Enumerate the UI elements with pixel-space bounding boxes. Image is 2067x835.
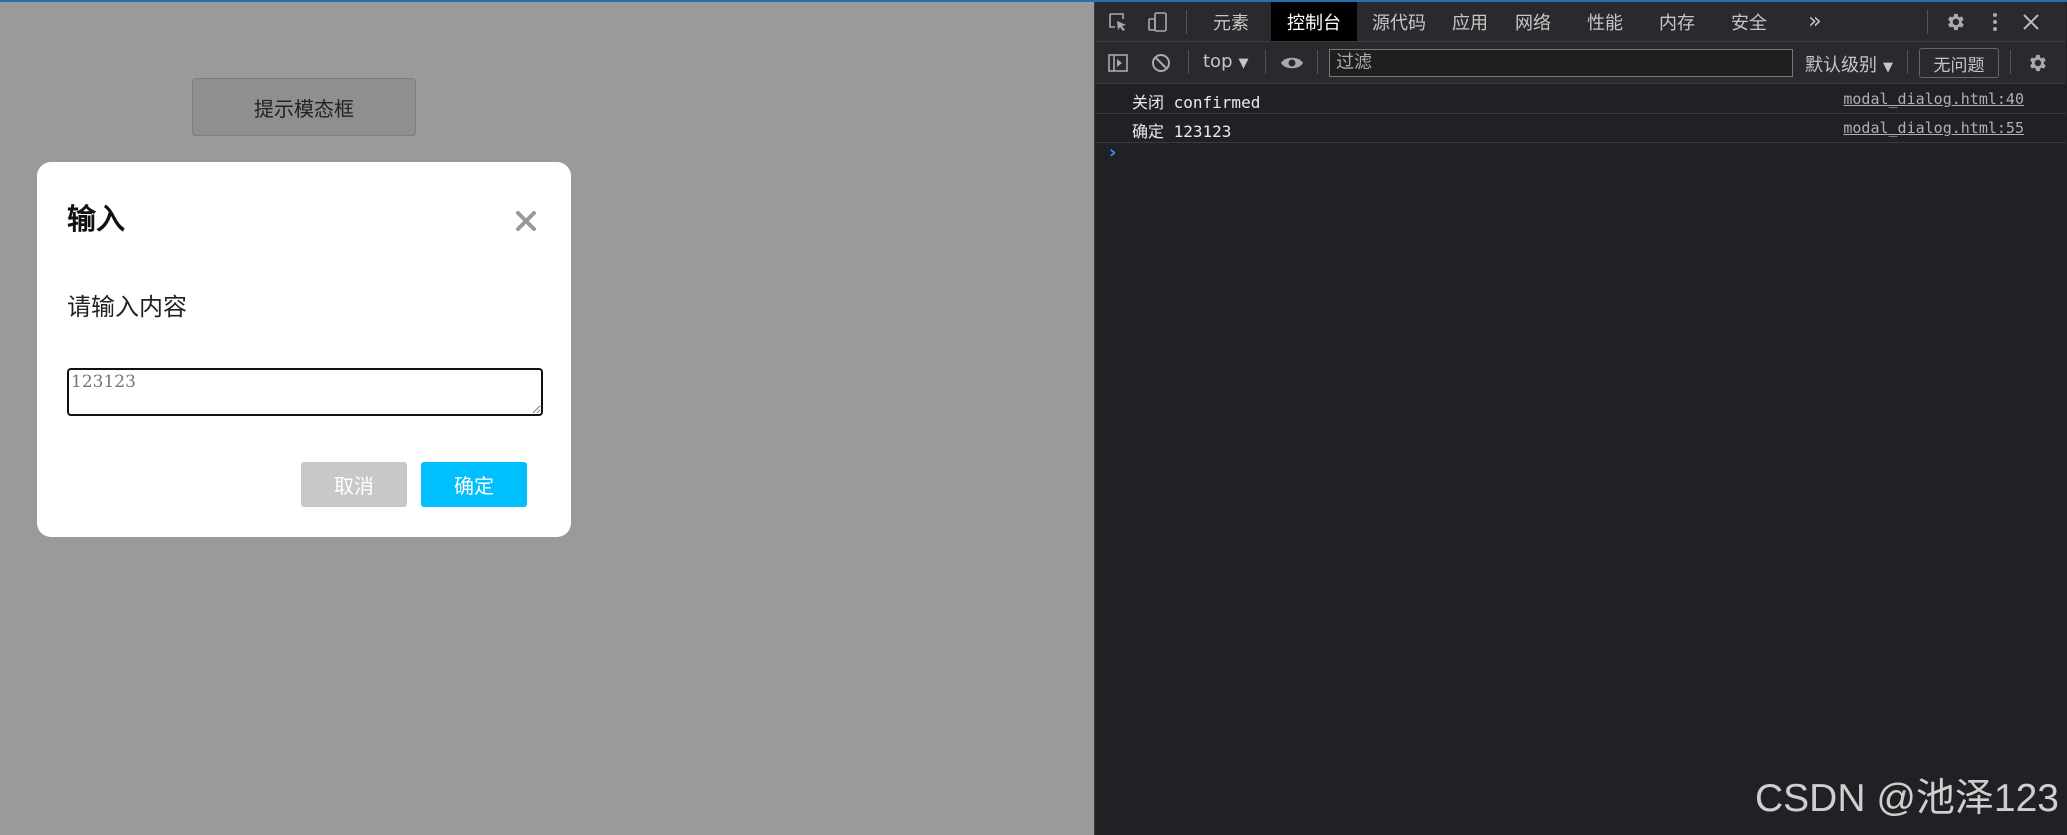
tab-separator [1927,10,1928,34]
tab-security[interactable]: 安全 [1721,2,1777,41]
more-tabs-icon[interactable]: » [1795,2,1835,41]
modal-title: 输入 [67,202,126,236]
clear-console-icon[interactable] [1147,49,1175,77]
tab-performance[interactable]: 性能 [1577,2,1633,41]
log-message: 关闭 confirmed [1132,93,1261,112]
chevron-down-icon: ▼ [1883,60,1893,75]
watermark: CSDN @池泽123 [1754,777,2059,820]
console-log-row: 关闭 confirmed modal_dialog.html:40 [1095,86,2066,114]
device-toolbar-icon[interactable] [1144,8,1172,36]
page-viewport: 提示模态框 输入 请输入内容 123123 取消 确定 [0,2,1094,835]
chevron-down-icon: ▼ [1238,56,1249,71]
console-prompt-icon[interactable]: › [1109,142,1116,163]
tab-sources[interactable]: 源代码 [1363,2,1435,41]
more-options-kebab-icon[interactable] [1981,8,2009,36]
log-source-link[interactable]: modal_dialog.html:40 [1843,90,2024,108]
log-message: 确定 123123 [1132,122,1232,141]
context-value: top [1203,51,1233,72]
modal-text-input[interactable]: 123123 [67,368,543,416]
tab-separator [1186,10,1187,34]
tab-application[interactable]: 应用 [1442,2,1498,41]
console-toolbar: top ▼ 过滤 默认级别 ▼ 无问题 [1095,42,2066,84]
toggle-sidebar-icon[interactable] [1104,49,1132,77]
devtools-tab-bar: 元素 控制台 源代码 应用 网络 性能 内存 安全 » [1095,2,2066,42]
cancel-button[interactable]: 取消 [301,462,407,507]
console-log-row: 确定 123123 modal_dialog.html:55 [1095,115,2066,143]
console-filter-input[interactable]: 过滤 [1329,49,1793,77]
console-settings-gear-icon[interactable] [2023,49,2051,77]
close-devtools-icon[interactable] [2017,8,2045,36]
close-icon[interactable] [509,204,543,238]
context-select[interactable]: top ▼ [1203,51,1249,72]
toolbar-separator [1317,50,1318,74]
tab-console[interactable]: 控制台 [1271,2,1357,41]
confirm-button[interactable]: 确定 [421,462,527,507]
toolbar-separator [1188,50,1189,74]
settings-gear-icon[interactable] [1941,8,1969,36]
log-source-link[interactable]: modal_dialog.html:55 [1843,119,2024,137]
toolbar-separator [1265,50,1266,74]
tab-elements[interactable]: 元素 [1202,2,1260,41]
toolbar-separator [2010,50,2011,74]
inspect-element-icon[interactable] [1104,8,1132,36]
log-level-value: 默认级别 [1805,55,1877,76]
modal-message: 请输入内容 [67,293,187,321]
prompt-modal: 输入 请输入内容 123123 取消 确定 [37,162,571,537]
tab-memory[interactable]: 内存 [1649,2,1705,41]
tab-network[interactable]: 网络 [1505,2,1561,41]
toolbar-separator [1907,50,1908,74]
issues-button[interactable]: 无问题 [1919,48,1999,78]
devtools-panel: 元素 控制台 源代码 应用 网络 性能 内存 安全 » top ▼ 过滤 默认级… [1094,2,2067,835]
log-level-select[interactable]: 默认级别 ▼ [1805,51,1893,77]
live-expression-eye-icon[interactable] [1278,49,1306,77]
show-prompt-modal-button[interactable]: 提示模态框 [192,78,416,136]
